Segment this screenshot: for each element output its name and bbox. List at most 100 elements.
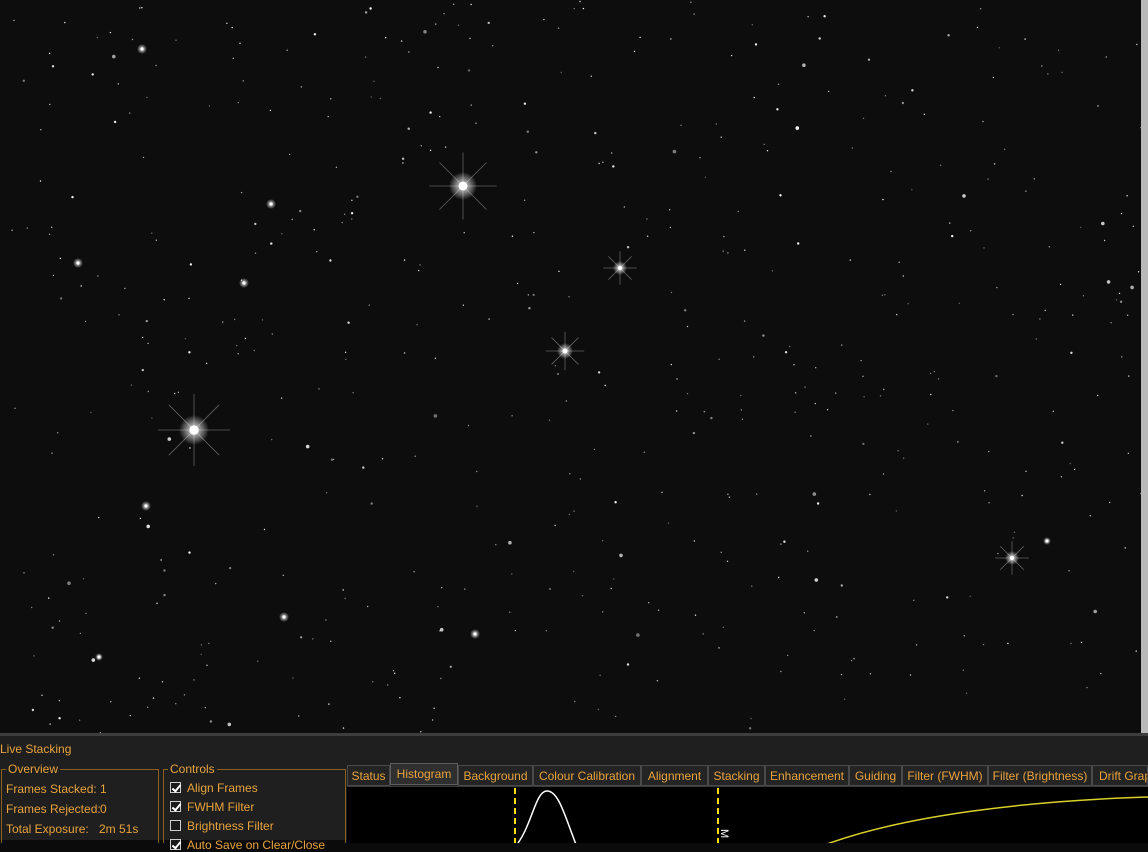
checkbox-box[interactable] [170,782,181,793]
star [1119,300,1123,303]
star [579,0,581,3]
auto-save-checkbox[interactable]: Auto Save on Clear/Close [170,838,325,852]
star [344,351,347,353]
checkbox-box[interactable] [170,839,181,850]
star [1082,295,1085,297]
star [930,393,932,396]
tab-histogram[interactable]: Histogram [390,763,458,785]
star [526,130,529,133]
star [281,233,283,235]
star [670,363,672,366]
star [579,478,582,480]
star [1137,271,1140,273]
tab-background[interactable]: Background [458,765,533,786]
star [160,559,162,561]
tab-enhancement[interactable]: Enhancement [765,765,849,786]
star [429,111,432,114]
star-core [140,47,144,51]
star [1052,410,1055,412]
checkbox-box[interactable] [170,820,181,831]
star [720,136,722,138]
tab-filter-fwhm[interactable]: Filter (FWHM) [902,765,988,786]
star [188,351,191,354]
star [597,708,600,711]
star [826,409,829,411]
star [1105,56,1108,58]
tab-filter-brightness[interactable]: Filter (Brightness) [988,765,1092,786]
star [676,378,678,380]
star [793,364,795,366]
star [778,576,780,579]
star [131,38,134,41]
tab-alignment[interactable]: Alignment [641,765,708,786]
star [532,293,535,297]
star [364,11,368,14]
star [511,235,514,237]
star [1033,178,1036,180]
star [840,673,843,676]
star [763,143,765,146]
star [1101,221,1105,226]
star [469,37,471,40]
star [312,638,314,640]
star [117,83,120,85]
star [594,131,597,135]
brightness-filter-checkbox[interactable]: Brightness Filter [170,819,274,833]
star [420,145,422,147]
star [237,101,240,104]
align-frames-checkbox[interactable]: Align Frames [170,781,258,795]
stacked-image-viewer[interactable] [0,0,1141,733]
star [48,597,50,599]
star [753,96,755,99]
star [703,411,705,413]
star [569,473,571,475]
star [740,409,742,411]
star [643,451,645,453]
star [797,242,800,245]
star [590,75,592,77]
tab-guiding[interactable]: Guiding [849,765,902,786]
checkbox-box[interactable] [170,801,181,812]
star [402,162,404,164]
star [787,654,789,657]
star [849,259,851,261]
star [722,626,724,628]
star [573,570,575,573]
image-vertical-scrollbar[interactable] [1141,0,1148,733]
star [263,528,266,531]
star [335,166,338,168]
star [177,391,180,393]
star [372,681,374,683]
star [113,120,117,124]
star [913,599,915,601]
star [429,149,432,151]
tab-stacking[interactable]: Stacking [708,765,765,786]
star [794,392,797,394]
star [163,299,165,301]
star-core [458,181,468,191]
star [1128,375,1130,377]
tab-status[interactable]: Status [347,765,390,786]
star [352,392,354,394]
star [812,492,817,496]
star [91,658,96,662]
fwhm-filter-checkbox[interactable]: FWHM Filter [170,800,254,814]
star [124,287,126,290]
star [762,334,765,337]
star [1024,38,1026,40]
star [794,411,796,413]
tab-colour-calibration[interactable]: Colour Calibration [533,765,641,786]
star [710,416,713,420]
star [693,540,695,542]
star [508,540,512,545]
star [239,42,241,44]
tab-drift-graph[interactable]: Drift Graph [1092,765,1148,786]
histogram-plot[interactable]: M [347,786,1148,843]
star [345,358,347,361]
star [129,714,131,717]
star [915,644,918,646]
star [879,395,882,397]
star [807,550,809,552]
star [686,393,689,395]
star [299,209,302,213]
